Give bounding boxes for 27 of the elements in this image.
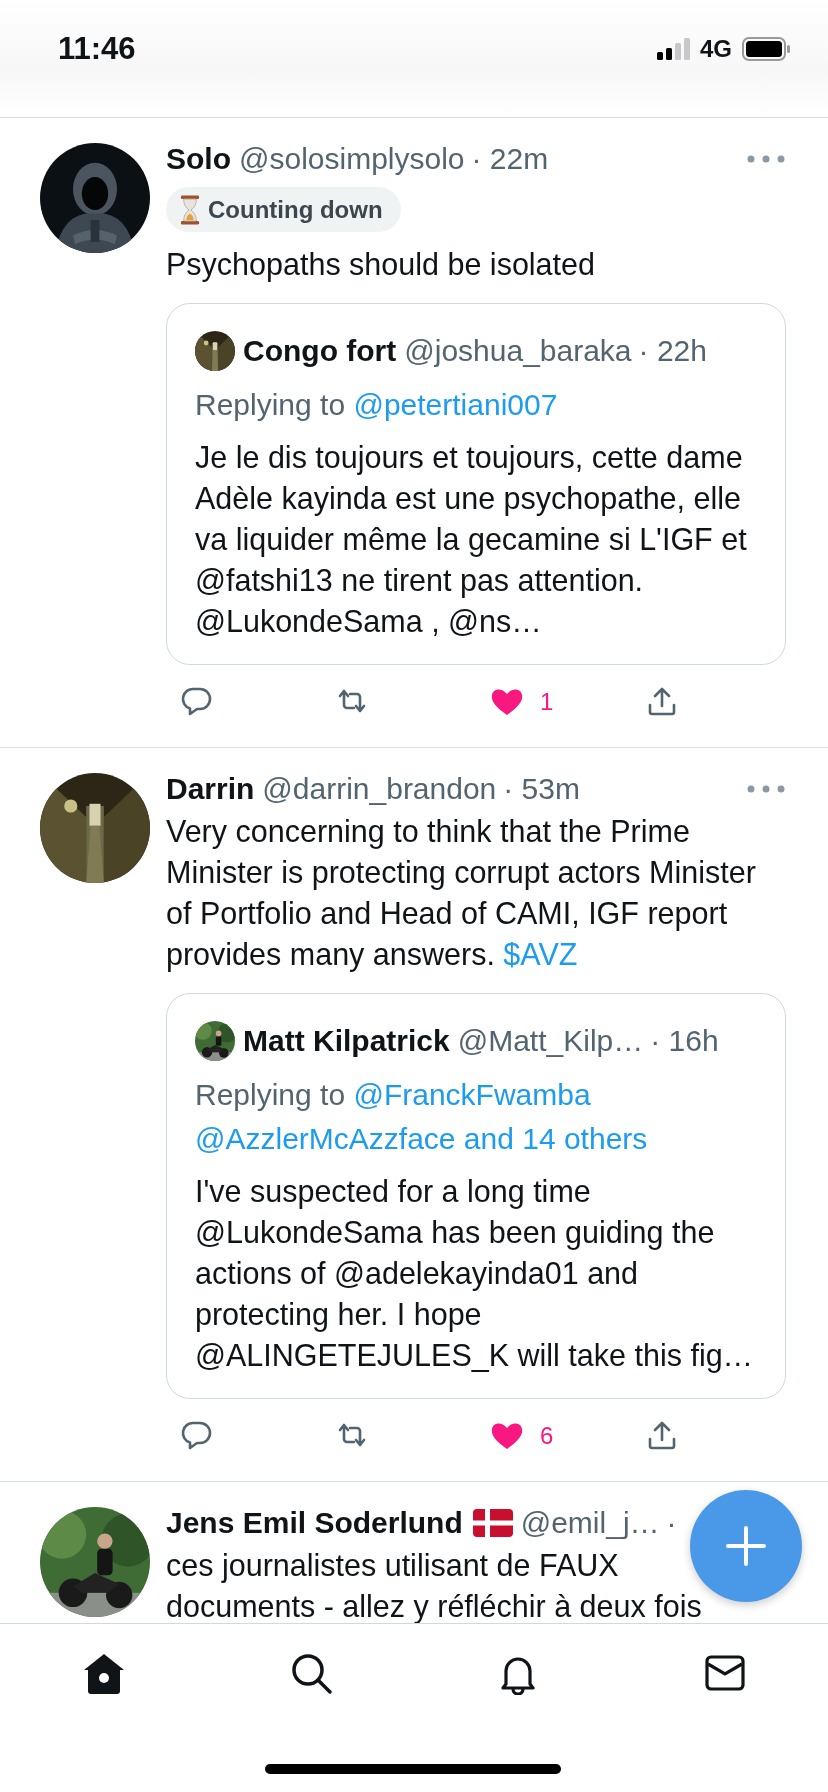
post-time: · (666, 1505, 677, 1540)
display-name[interactable]: Darrin (166, 771, 255, 806)
user-handle[interactable]: @joshua_baraka (404, 333, 632, 368)
reply-context: Replying to @petertiani007 (195, 387, 559, 423)
network-label: 4G (700, 34, 732, 63)
post-text: Psychopaths should be isolated (166, 246, 595, 284)
like-count: 1 (540, 688, 554, 716)
user-handle[interactable]: @solosimplysolo (239, 141, 465, 176)
quoted-text: I've suspected for a long time @LukondeSama has been guiding the actions of @adelekayinda01 and protecting her. I hope @ALINGETEJULES_K will take this fig… (195, 1173, 755, 1375)
user-handle[interactable]: @darrin_brandon (262, 771, 497, 806)
post-time: · 22m (471, 141, 549, 176)
post-time: · 53m (503, 771, 580, 806)
post-text: ces journalistes utilisant de FAUX documents - allez y réfléchir à deux fois (166, 1547, 703, 1623)
post-time: · 16h (650, 1023, 719, 1058)
display-name[interactable]: Solo (166, 141, 231, 176)
user-handle[interactable]: @emil_j… (520, 1505, 660, 1540)
quoted-text: Je le dis toujours et toujours, cette dame Adèle kayinda est une psychopathe, elle va liquider même la gecamine si L'IGF et @fatshi13 ne tirent pas attention. @LukondeSama , @ns… (195, 439, 748, 640)
like-count: 6 (540, 1422, 554, 1450)
post-text: Very concerning to think that the Prime Minister is protecting corrupt actors Minister of Portfolio and Head of CAMI, IGF report provides many answers. $AVZ (166, 813, 757, 974)
user-handle[interactable]: @Matt_Kilp… (457, 1023, 644, 1058)
display-name[interactable]: Matt Kilpatrick (243, 1023, 450, 1058)
reply-context: Replying to @FranckFwamba @AzzlerMcAzzface and 14 others (195, 1077, 649, 1157)
status-time: 11:46 (58, 30, 136, 67)
post-time: · 22h (638, 333, 707, 368)
display-name[interactable]: Congo fort (243, 333, 397, 368)
display-name[interactable]: Jens Emil Soderlund (166, 1505, 463, 1540)
status-badge: Counting down (166, 187, 401, 232)
